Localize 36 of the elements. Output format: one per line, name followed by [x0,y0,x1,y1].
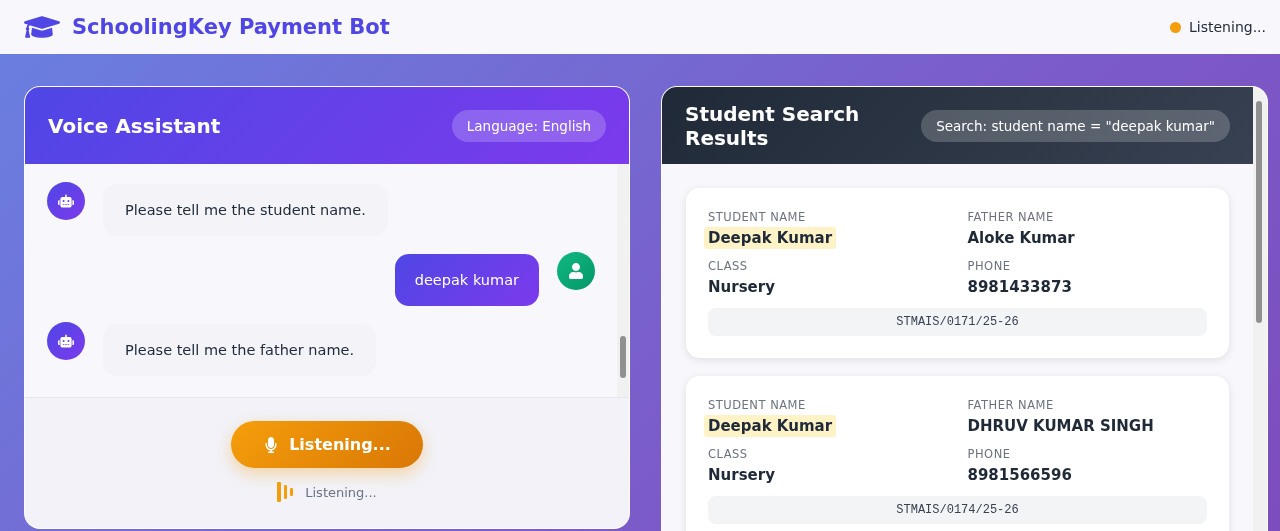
search-query-badge: Search: student name = "deepak kumar" [921,109,1230,142]
panel-title: Voice Assistant [48,113,221,138]
field-value: Aloke Kumar [966,228,1076,249]
field-value: Deepak Kumar [704,227,837,249]
student-id: STMAIS/0171/25-26 [708,308,1207,336]
scrollbar[interactable] [1253,87,1267,531]
person-icon [568,263,584,279]
field-label: STUDENT NAME [708,398,806,412]
field-label: FATHER NAME [967,398,1054,412]
mic-button[interactable]: Listening... [231,421,423,468]
field-value: 8981433873 [966,277,1073,298]
field-value: 8981566596 [966,465,1073,486]
chat-message: Please tell me the father name. [103,324,377,376]
field-value: DHRUV KUMAR SINGH [966,416,1155,437]
field-value: Nursery [707,465,776,486]
language-badge: Language: English [451,109,606,142]
microphone-icon [263,436,280,453]
field-label: CLASS [708,447,748,461]
field-label: STUDENT NAME [708,210,806,224]
sound-wave-icon [277,482,296,502]
field-value: Deepak Kumar [704,415,837,437]
field-value: Nursery [707,277,776,298]
chat-message: Please tell me the student name. [103,184,388,236]
listening-status: Listening... [305,484,377,500]
app-title: SchoolingKey Payment Bot [72,15,390,39]
panel-title: Student Search Results [685,101,861,150]
scrollbar[interactable] [617,164,629,397]
robot-icon [58,333,74,349]
student-id: STMAIS/0174/25-26 [708,496,1207,524]
field-label: PHONE [967,447,1011,461]
field-label: FATHER NAME [967,210,1054,224]
status-text: Listening... [1189,19,1266,35]
robot-icon [58,193,74,209]
field-label: CLASS [708,259,748,273]
chat-message: deepak kumar [394,254,539,306]
field-label: PHONE [967,259,1011,273]
